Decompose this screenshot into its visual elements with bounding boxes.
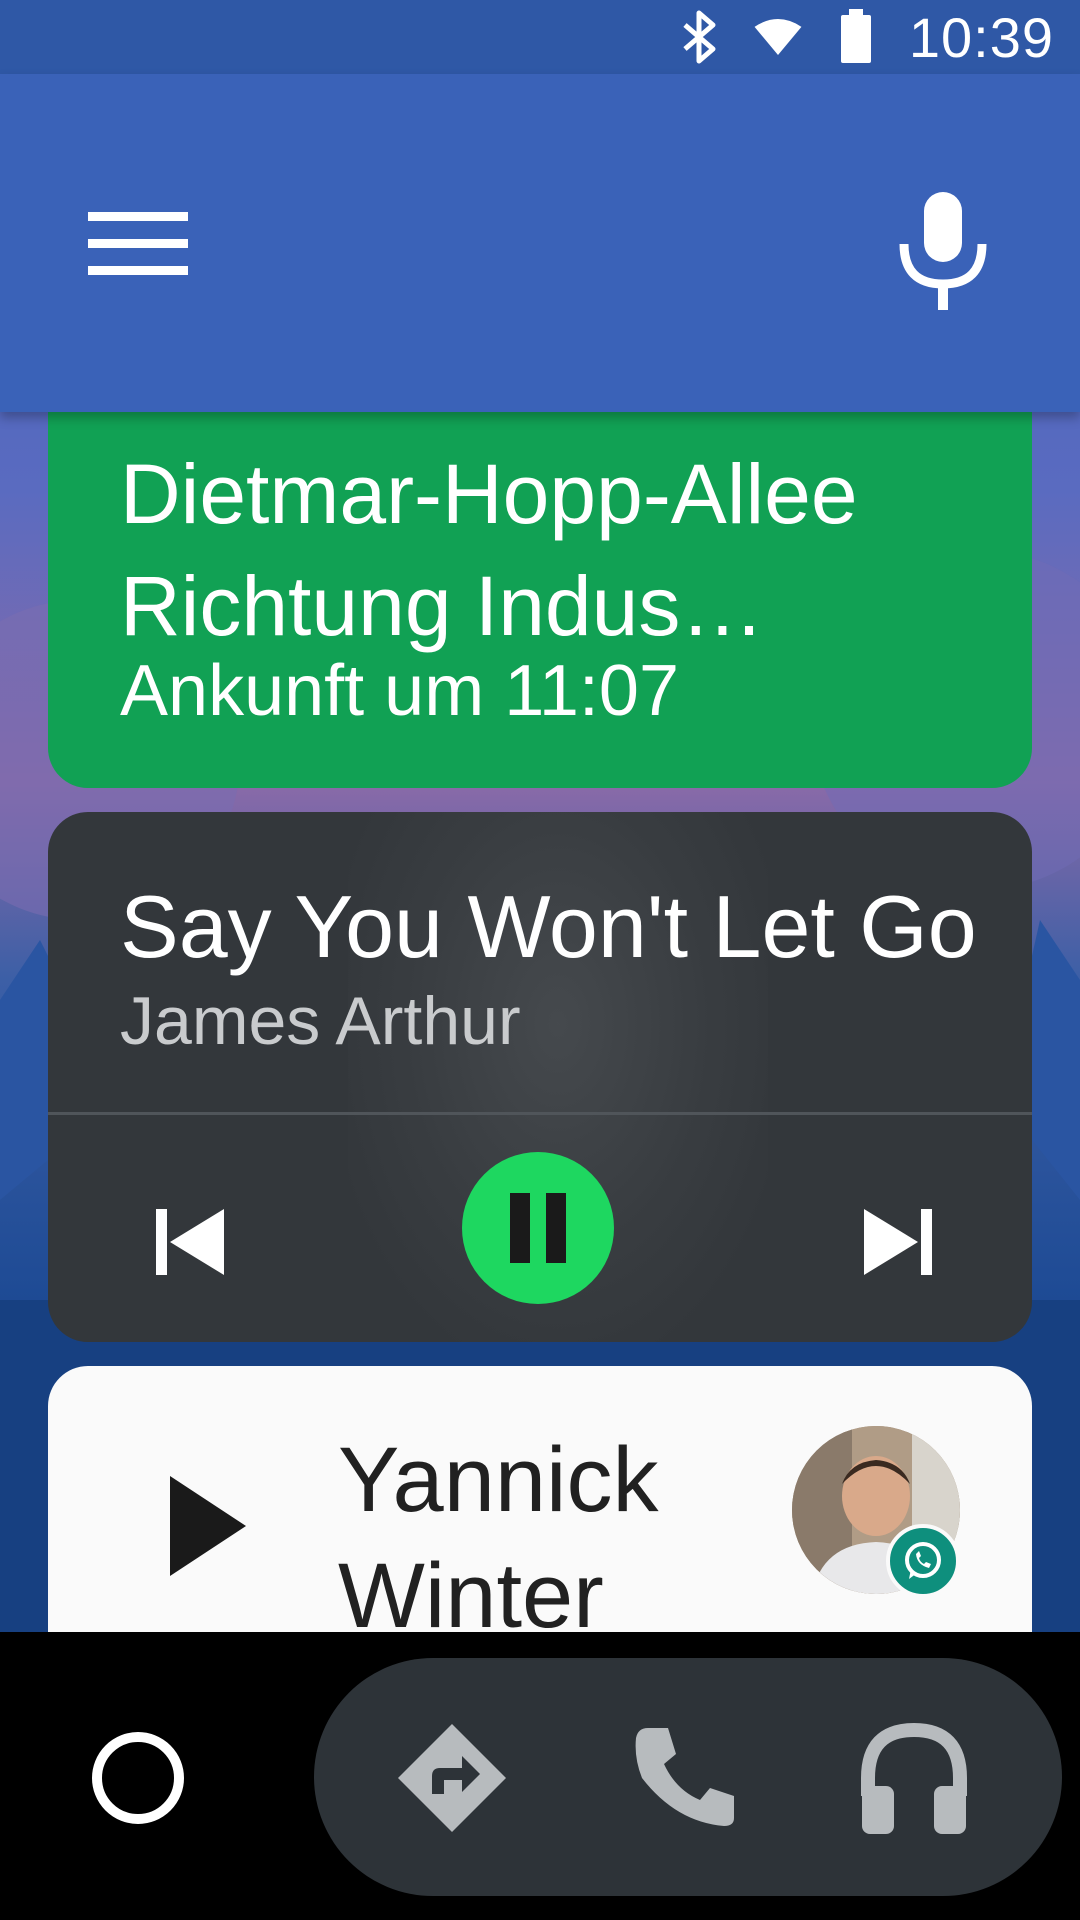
contact-name: Yannick Winter (338, 1429, 659, 1647)
voice-button[interactable] (888, 184, 998, 314)
app-bar (0, 74, 1080, 412)
bluetooth-icon (675, 9, 725, 65)
navigation-tab[interactable] (392, 1718, 512, 1838)
song-artist: James Arthur (120, 983, 521, 1059)
next-track-button[interactable] (848, 1192, 948, 1292)
app-switcher (314, 1658, 1062, 1896)
wifi-icon (753, 9, 803, 65)
pause-button[interactable] (462, 1152, 614, 1304)
headphones-icon (861, 1722, 967, 1834)
pause-icon (510, 1193, 566, 1263)
phone-icon (635, 1728, 734, 1826)
media-card[interactable]: Say You Won't Let Go James Arthur (48, 812, 1032, 1342)
destination-text: Dietmar-Hopp-Allee Richtung Indus… (120, 447, 858, 653)
navigation-card[interactable]: Dietmar-Hopp-Allee Richtung Indus… Ankun… (48, 400, 1032, 788)
bottom-navigation (0, 1632, 1080, 1920)
status-bar: 10:39 (0, 0, 1080, 74)
play-icon (170, 1476, 246, 1576)
media-tab[interactable] (854, 1718, 974, 1838)
skip-previous-icon (156, 1209, 224, 1275)
menu-button[interactable] (80, 202, 190, 292)
navigation-icon (398, 1724, 506, 1832)
mic-icon (899, 192, 987, 310)
previous-track-button[interactable] (140, 1192, 240, 1292)
skip-next-icon (864, 1209, 932, 1275)
phone-tab[interactable] (624, 1718, 744, 1838)
menu-icon (88, 212, 188, 275)
song-title: Say You Won't Let Go (120, 877, 977, 976)
message-card[interactable]: Yannick Winter (48, 1366, 1032, 1666)
divider (48, 1112, 1032, 1115)
play-message-button[interactable] (148, 1466, 268, 1586)
battery-icon (831, 9, 881, 65)
clock: 10:39 (908, 5, 1054, 69)
whatsapp-icon (886, 1524, 960, 1598)
home-icon[interactable] (92, 1732, 184, 1824)
arrival-time: Ankunft um 11:07 (120, 651, 680, 731)
